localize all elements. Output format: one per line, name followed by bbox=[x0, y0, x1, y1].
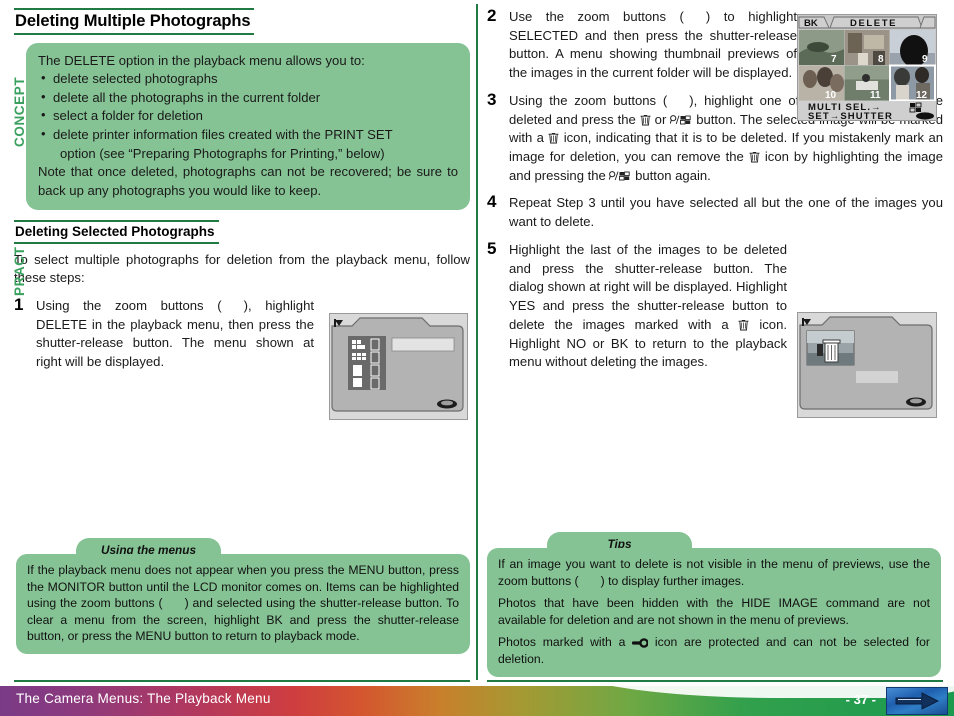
tip3-part1: Photos marked with a bbox=[498, 635, 633, 650]
right-arrow-icon bbox=[895, 692, 939, 710]
step-text: Using the zoom buttons (), highlight DEL… bbox=[36, 297, 314, 372]
trash-icon bbox=[548, 132, 559, 144]
list-item: delete selected photographs bbox=[38, 69, 458, 89]
step-text-part1: Use the zoom buttons ( bbox=[509, 9, 684, 24]
protect-key-icon bbox=[632, 638, 649, 649]
footer-rule-right bbox=[487, 680, 943, 682]
thumb-number: 9 bbox=[922, 54, 928, 65]
step-text-part1: Using the zoom buttons ( bbox=[36, 297, 222, 313]
note-paragraph: Photos marked with a icon are protected … bbox=[498, 634, 930, 667]
lcd-footer-line2: SET→SHUTTER bbox=[808, 111, 893, 120]
step-text: Repeat Step 3 until you have selected al… bbox=[509, 195, 943, 230]
step-number: 2 bbox=[487, 6, 497, 25]
concept-box: The DELETE option in the playback menu a… bbox=[26, 42, 470, 211]
note-body: If the playback menu does not appear whe… bbox=[16, 554, 470, 654]
thumb-number: 7 bbox=[831, 54, 837, 65]
footer-rule-left bbox=[14, 680, 470, 682]
column-divider bbox=[476, 4, 478, 680]
step-text-part3: or bbox=[650, 111, 671, 127]
subsection-title: Deleting Selected Photographs bbox=[14, 220, 219, 244]
step-number: 5 bbox=[487, 238, 497, 258]
page-title: Deleting Multiple Photographs bbox=[14, 8, 255, 35]
lcd-back-label: BK bbox=[804, 18, 818, 29]
subsection-header-wrap: Deleting Selected Photographs bbox=[14, 220, 470, 244]
thumb-number: 11 bbox=[870, 90, 881, 101]
step-text: Use the zoom buttons () to highlight SEL… bbox=[509, 8, 797, 83]
step-1: 1 Using the zoom buttons (), highlight D… bbox=[14, 295, 314, 372]
zoom-thumbnail-button-icon bbox=[609, 170, 631, 182]
list-item: select a folder for deletion bbox=[38, 106, 458, 126]
trash-icon bbox=[749, 151, 760, 163]
using-the-menus-note: Using the menus If the playback menu doe… bbox=[16, 538, 470, 654]
note-body: If an image you want to delete is not vi… bbox=[487, 548, 941, 677]
lcd-playback-menu-screenshot bbox=[329, 313, 468, 420]
lcd-delete-confirm-screenshot bbox=[797, 312, 937, 418]
step-2: 2 Use the zoom buttons () to highlight S… bbox=[487, 6, 797, 83]
thumb-number: 10 bbox=[825, 90, 837, 101]
lcd-playback-menu-svg bbox=[330, 314, 467, 419]
next-page-arrow-button[interactable] bbox=[886, 687, 948, 715]
thumb-number: 8 bbox=[878, 54, 884, 65]
trash-icon bbox=[640, 114, 651, 126]
bullet-text: select a folder for deletion bbox=[53, 108, 203, 124]
bullet-text: delete all the photographs in the curren… bbox=[53, 89, 321, 105]
concept-intro: The DELETE option in the playback menu a… bbox=[38, 52, 365, 68]
zoom-thumbnail-button-icon bbox=[670, 114, 692, 126]
tips-note: Tips If an image you want to delete is n… bbox=[487, 532, 941, 677]
thumb-number: 12 bbox=[916, 90, 928, 101]
note-paragraph: Photos that have been hidden with the HI… bbox=[498, 596, 930, 627]
manual-page: CONCEPT PRACT Deleting Multiple Photogra… bbox=[0, 0, 954, 716]
step-number: 3 bbox=[487, 89, 497, 109]
intro-paragraph: To select multiple photographs for delet… bbox=[14, 251, 470, 286]
vertical-tab-practice: PRACT bbox=[12, 246, 27, 296]
lcd-thumbnail-menu-svg: BK DELETE 7 8 9 10 11 12 MULTI SEL.→ SET… bbox=[798, 15, 936, 122]
note-paragraph: If the playback menu does not appear whe… bbox=[27, 562, 459, 645]
footer-title: The Camera Menus: The Playback Menu bbox=[16, 691, 271, 706]
page-footer: The Camera Menus: The Playback Menu - 37… bbox=[0, 686, 954, 716]
page-number: - 37 - bbox=[845, 692, 876, 707]
step-text-part7: button again. bbox=[631, 167, 711, 183]
concept-bullet-list: delete selected photographs delete all t… bbox=[38, 69, 458, 163]
lcd-title-label: DELETE bbox=[850, 18, 897, 29]
step-5: 5 Highlight the last of the images to be… bbox=[487, 238, 787, 372]
list-item: delete all the photographs in the curren… bbox=[38, 88, 458, 108]
step-text: Highlight the last of the images to be d… bbox=[509, 241, 787, 372]
bullet-continuation: option (see “Preparing Photographs for P… bbox=[60, 145, 385, 161]
step-number: 4 bbox=[487, 192, 497, 212]
list-item: delete printer information files created… bbox=[38, 125, 458, 163]
concept-note: Note that once deleted, photographs can … bbox=[38, 164, 458, 198]
step-text-part1: Using the zoom buttons ( bbox=[509, 92, 668, 108]
bullet-text: delete printer information files created… bbox=[53, 126, 393, 142]
bullet-text: delete selected photographs bbox=[53, 71, 218, 87]
step-4: 4 Repeat Step 3 until you have selected … bbox=[487, 192, 943, 231]
note-paragraph: If an image you want to delete is not vi… bbox=[498, 556, 930, 589]
lcd-delete-confirm-svg bbox=[798, 313, 936, 417]
tip1-part2: ) to display further images. bbox=[600, 573, 745, 588]
lcd-thumbnail-menu-screenshot: BK DELETE 7 8 9 10 11 12 MULTI SEL.→ SET… bbox=[797, 14, 937, 122]
vertical-tab-concept: CONCEPT bbox=[12, 76, 27, 148]
trash-icon bbox=[738, 319, 749, 331]
